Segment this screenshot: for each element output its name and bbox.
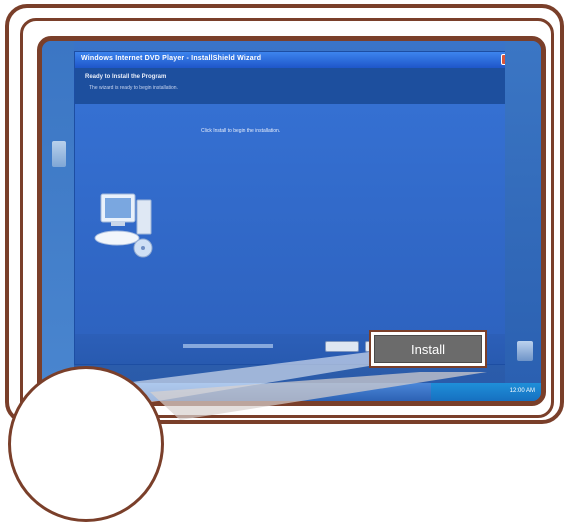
desktop-right-strip <box>505 41 541 401</box>
computer-setup-icon <box>94 193 153 258</box>
header-title: Ready to Install the Program <box>85 74 167 80</box>
install-callout-button[interactable]: Install <box>369 330 487 368</box>
desktop-left-strip <box>42 41 74 401</box>
tray-clock: 12:00 AM <box>509 388 535 394</box>
header-subtitle: The wizard is ready to begin installatio… <box>89 85 178 91</box>
magnifier-circle <box>8 366 164 522</box>
system-tray: 12:00 AM <box>431 383 541 401</box>
wizard-header: Ready to Install the Program The wizard … <box>75 68 515 104</box>
back-button[interactable] <box>325 341 359 352</box>
wizard-body: Click Install to begin the installation. <box>75 104 515 334</box>
desktop-icon[interactable] <box>52 141 66 167</box>
window-title: Windows Internet DVD Player - InstallShi… <box>81 55 262 62</box>
install-label: Install <box>374 335 482 363</box>
title-bar[interactable]: Windows Internet DVD Player - InstallShi… <box>75 52 515 68</box>
body-text: Click Install to begin the installation. <box>201 128 281 134</box>
installer-window: Windows Internet DVD Player - InstallShi… <box>74 51 516 365</box>
footer-line <box>183 344 273 348</box>
recycle-bin-icon[interactable] <box>517 341 533 361</box>
